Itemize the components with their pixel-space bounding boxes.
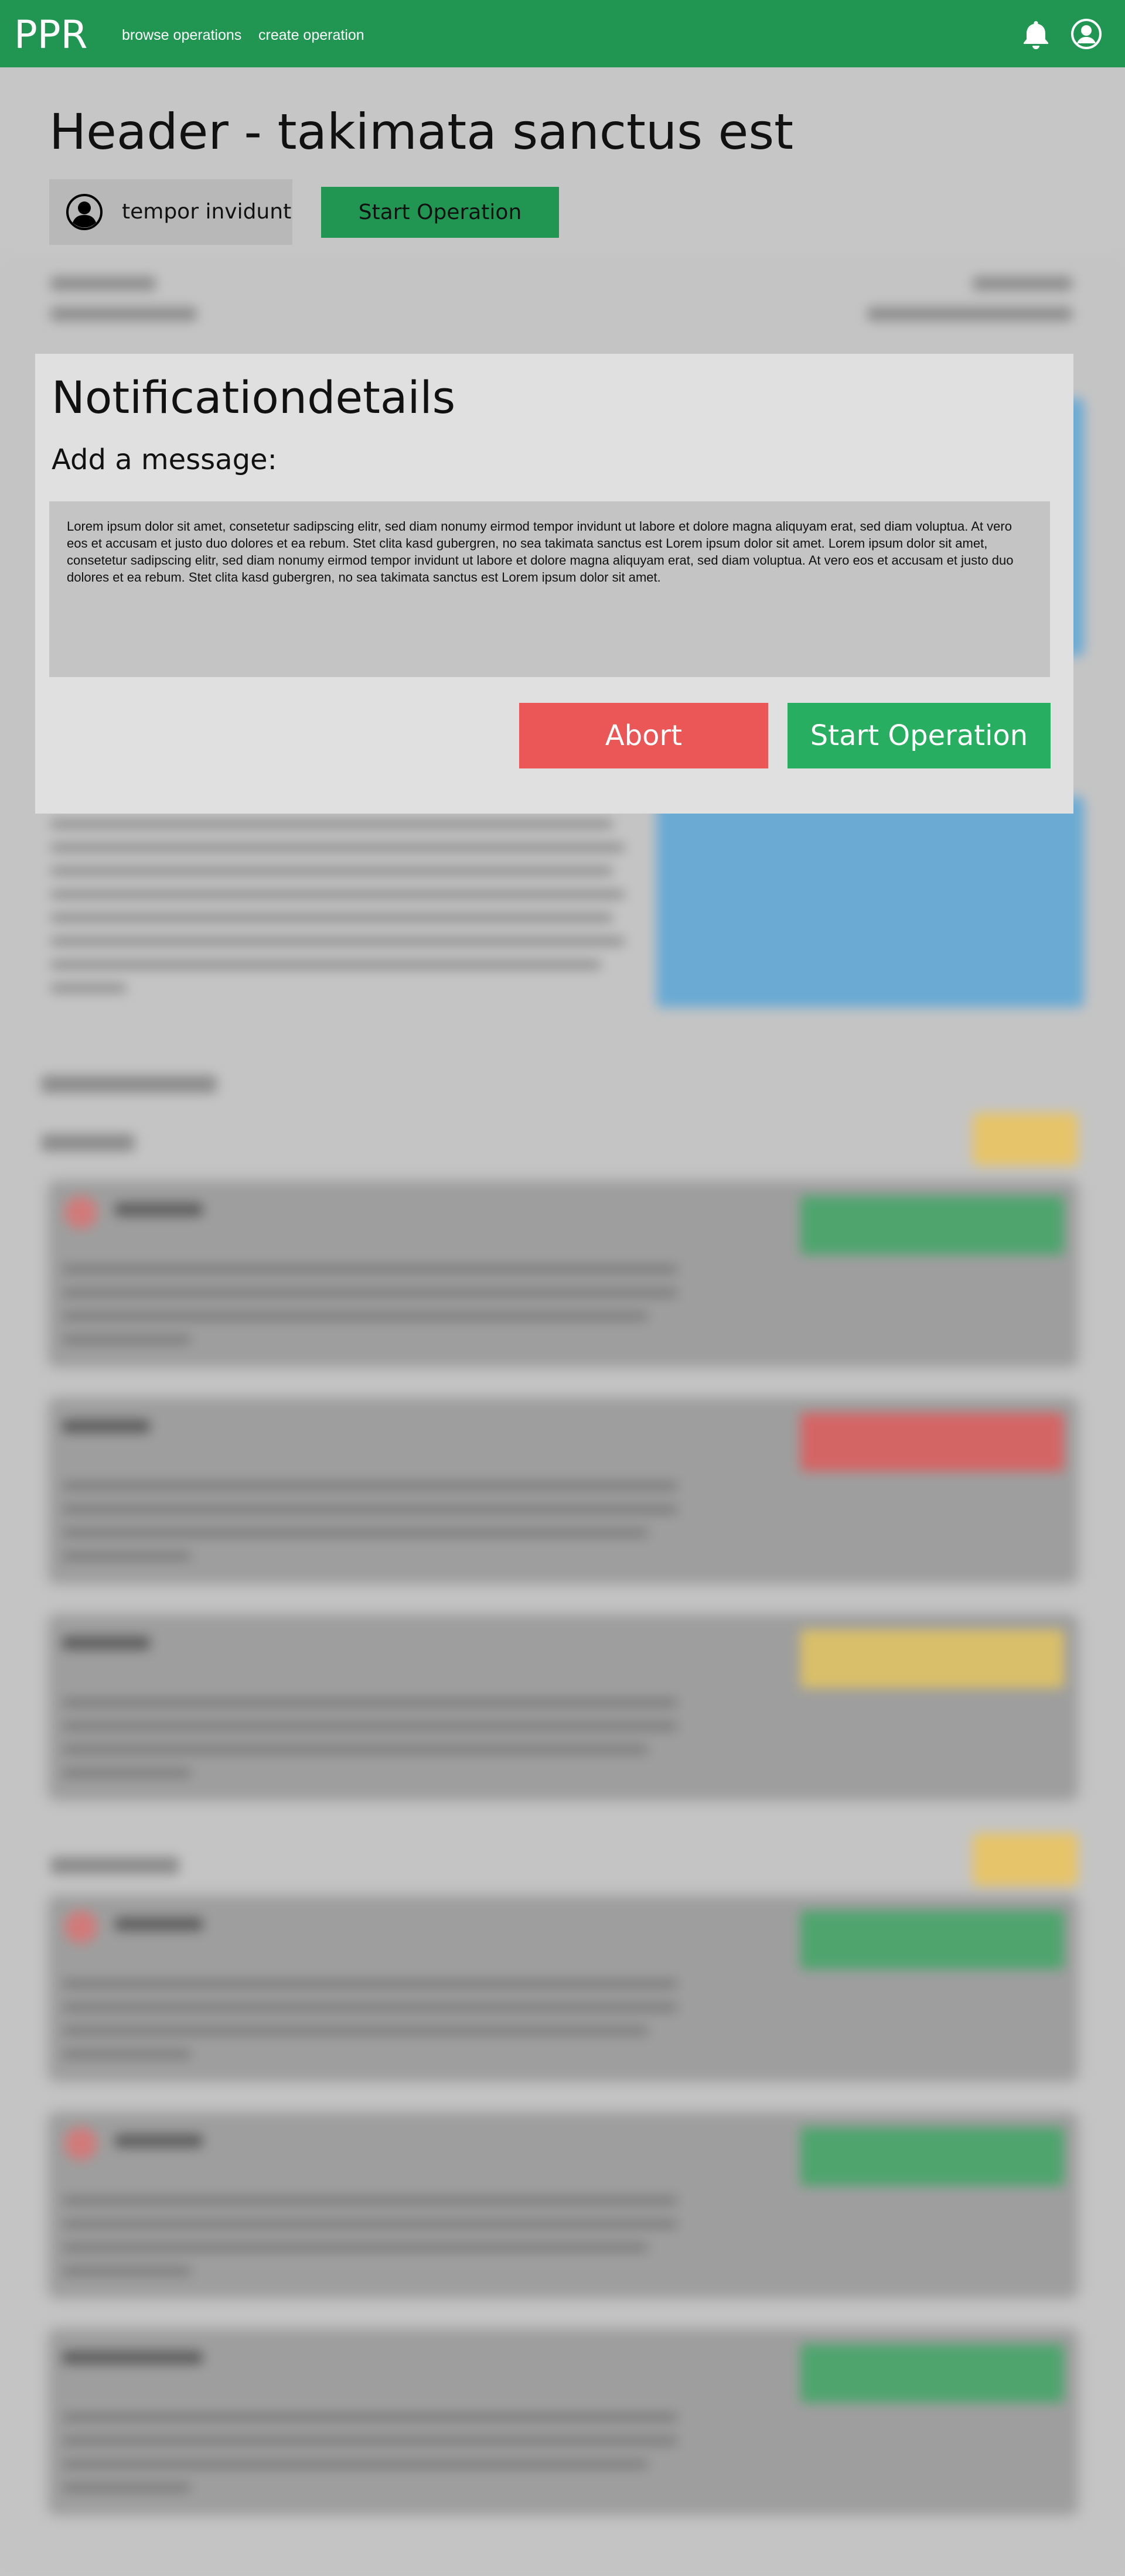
app-logo[interactable]: PPR (14, 14, 87, 56)
user-name: tempor invidunt (122, 200, 292, 224)
avatar-icon (66, 193, 103, 231)
modal-subtitle: Add a message: (52, 443, 277, 476)
page-title: Header - takimata sanctus est (49, 103, 794, 160)
start-operation-button[interactable]: Start Operation (788, 703, 1051, 768)
page-header: Header - takimata sanctus est tempor inv… (0, 67, 1125, 258)
message-textarea[interactable]: Lorem ipsum dolor sit amet, consetetur s… (49, 501, 1050, 677)
abort-button[interactable]: Abort (519, 703, 768, 768)
nav-browse-operations[interactable]: browse operations (122, 27, 241, 44)
modal-title: Notificationdetails (52, 371, 456, 423)
bell-icon[interactable] (1020, 18, 1052, 50)
top-navigation-bar: PPR browse operations create operation (0, 0, 1125, 67)
user-circle-icon[interactable] (1070, 18, 1103, 50)
notification-details-modal: Notificationdetails Add a message: Lorem… (35, 354, 1073, 814)
nav-create-operation[interactable]: create operation (258, 27, 364, 44)
header-start-operation-button[interactable]: Start Operation (321, 187, 559, 238)
user-chip[interactable]: tempor invidunt (49, 179, 292, 245)
